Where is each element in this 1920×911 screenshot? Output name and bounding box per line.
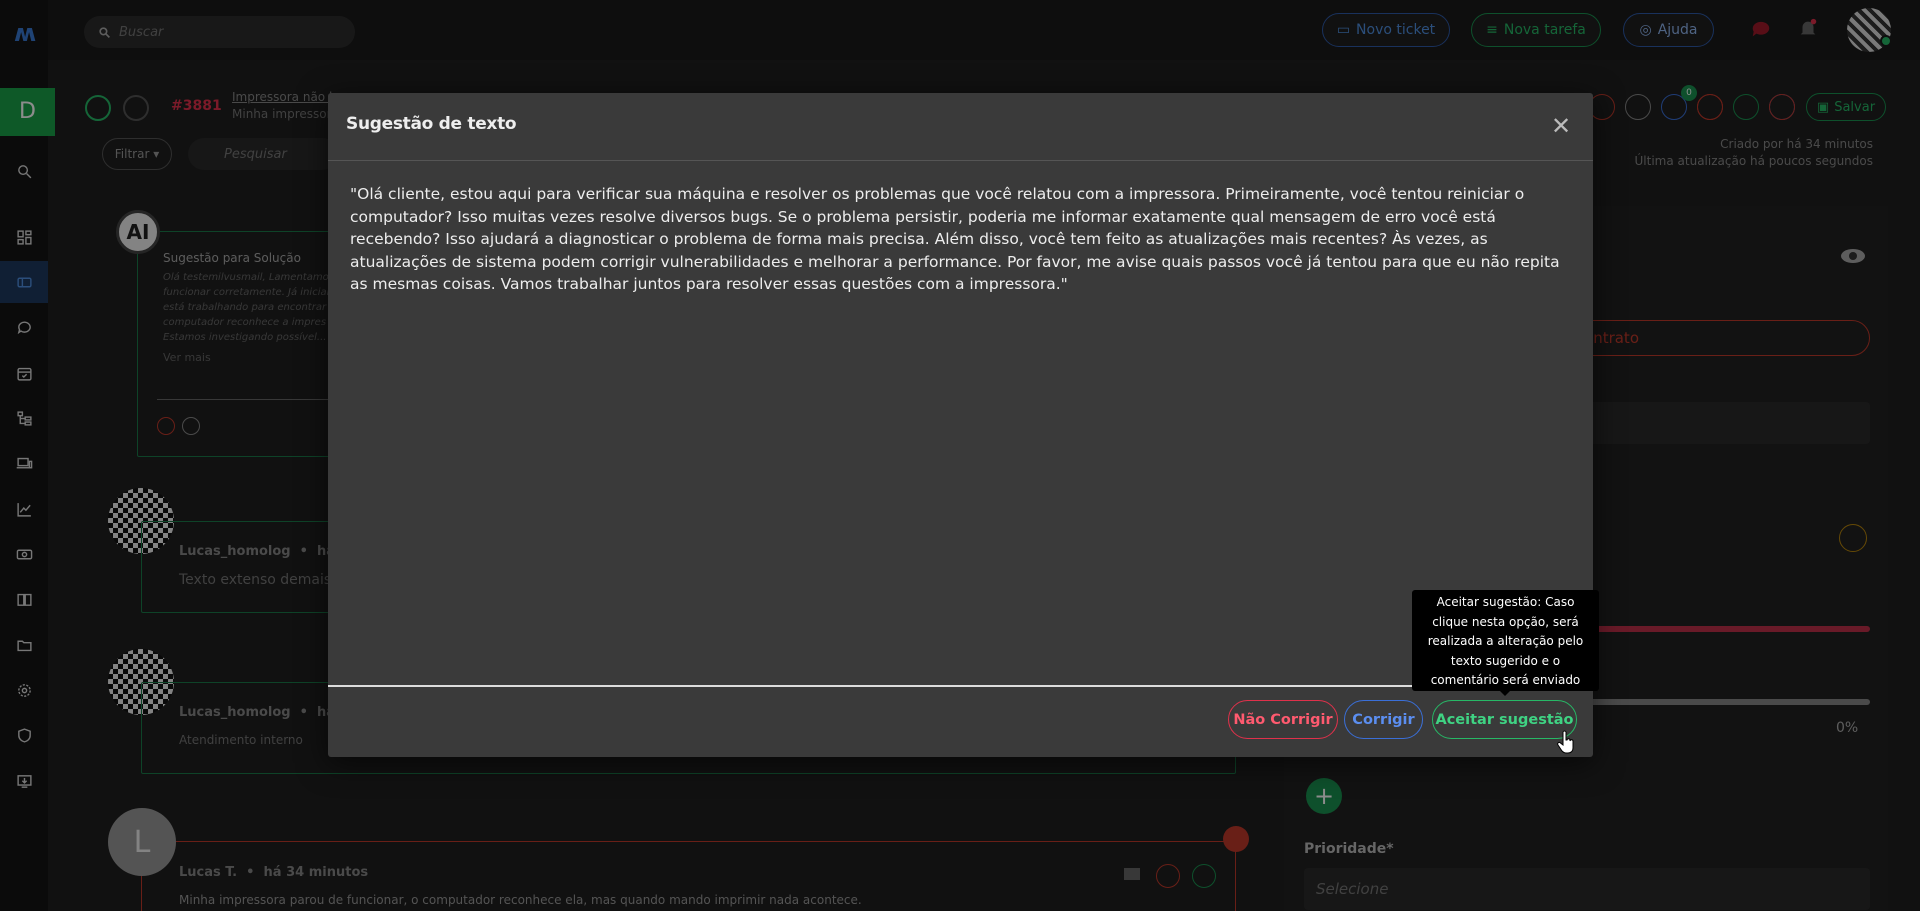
accept-tooltip: Aceitar sugestão: Caso clique nesta opçã… xyxy=(1412,590,1599,691)
accept-suggestion-button[interactable]: Aceitar sugestão xyxy=(1432,700,1577,739)
text-suggestion-modal: Sugestão de texto ✕ "Olá cliente, estou … xyxy=(328,93,1593,757)
dont-correct-button[interactable]: Não Corrigir xyxy=(1228,700,1338,739)
tooltip-arrow xyxy=(1499,690,1511,696)
suggested-text: "Olá cliente, estou aqui para verificar … xyxy=(350,185,1560,294)
correct-button[interactable]: Corrigir xyxy=(1344,700,1423,739)
close-icon[interactable]: ✕ xyxy=(1548,112,1574,140)
modal-header xyxy=(328,93,1593,161)
divider xyxy=(328,685,1593,687)
modal-title: Sugestão de texto xyxy=(346,114,517,134)
hand-cursor-icon xyxy=(1557,730,1574,754)
